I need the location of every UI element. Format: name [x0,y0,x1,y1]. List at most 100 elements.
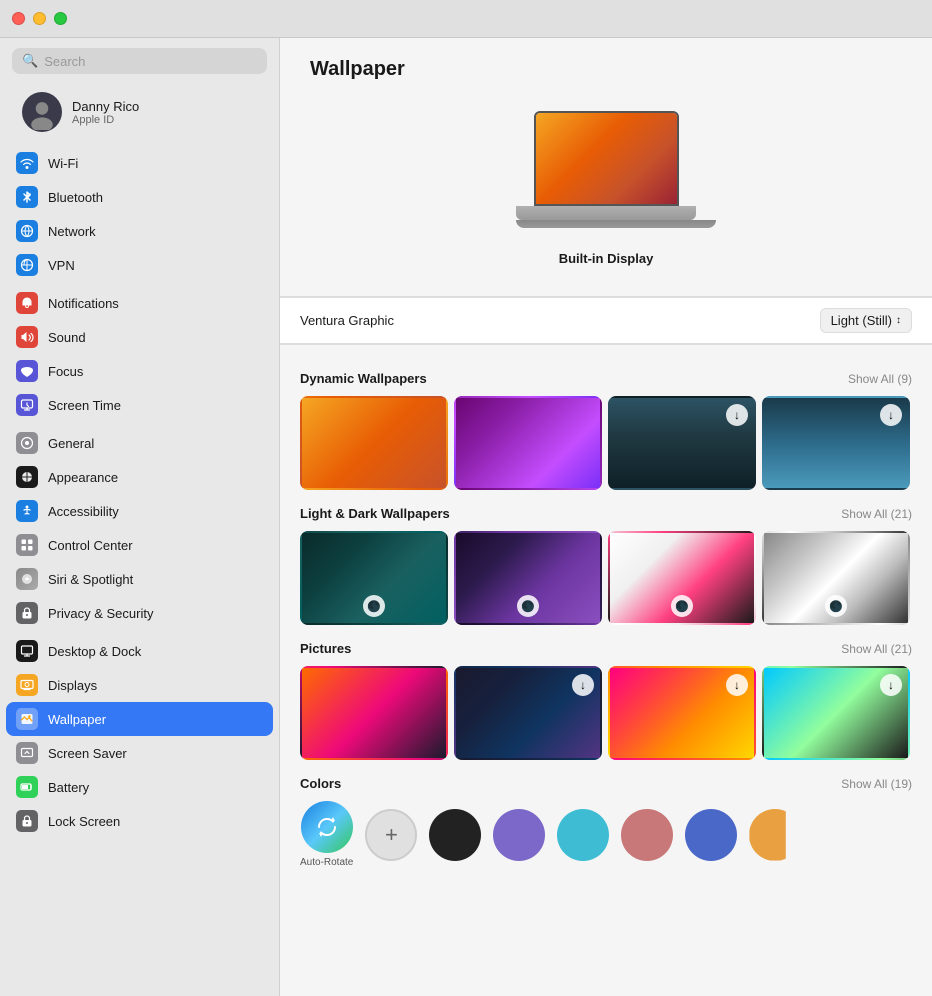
color-circle-black[interactable] [429,809,481,861]
wallpaper-sections: Dynamic Wallpapers Show All (9) ↓ ↓ Ligh… [280,345,932,888]
sidebar-item-sound[interactable]: Sound [6,320,273,354]
pictures-thumb-2[interactable]: ↓ [454,666,602,760]
battery-icon [16,776,38,798]
pictures-grid: ↓ ↓ ↓ [300,666,912,760]
sidebar-item-label-displays: Displays [48,678,97,693]
dynamic-section-header: Dynamic Wallpapers Show All (9) [300,371,912,386]
sidebar-item-displays[interactable]: Displays [6,668,273,702]
maximize-button[interactable] [54,12,67,25]
color-circle-purple[interactable] [493,809,545,861]
user-name: Danny Rico [72,99,139,114]
close-button[interactable] [12,12,25,25]
bluetooth-icon [16,186,38,208]
sidebar-item-controlcenter[interactable]: Control Center [6,528,273,562]
ld-thumb-3[interactable]: 🌑 [608,531,756,625]
user-profile[interactable]: Danny Rico Apple ID [6,82,273,142]
ld-thumb-2[interactable]: 🌑 [454,531,602,625]
sound-icon [16,326,38,348]
sidebar-item-privacy[interactable]: Privacy & Security [6,596,273,630]
pictures-title: Pictures [300,641,351,656]
page-title-bar: Wallpaper [280,38,932,91]
sidebar-item-label-wifi: Wi-Fi [48,156,78,171]
sidebar-item-screensaver[interactable]: Screen Saver [6,736,273,770]
download-badge-3: ↓ [726,404,748,426]
sidebar-item-general[interactable]: General [6,426,273,460]
color-circle-cyan[interactable] [557,809,609,861]
sidebar-item-label-siri: Siri & Spotlight [48,572,133,587]
pictures-thumb-1[interactable] [300,666,448,760]
sidebar-section-system1: Notifications Sound Fo [0,286,279,422]
mode-badge-1: 🌑 [363,595,385,617]
sidebar-item-desktop[interactable]: Desktop & Dock [6,634,273,668]
color-item-4[interactable] [685,809,737,861]
siri-icon [16,568,38,590]
search-bar[interactable]: 🔍 [12,48,267,74]
color-item-2[interactable] [557,809,609,861]
sidebar-item-label-appearance: Appearance [48,470,118,485]
mode-badge-4: 🌑 [825,595,847,617]
color-item-3[interactable] [621,809,673,861]
sidebar-item-label-privacy: Privacy & Security [48,606,153,621]
sidebar-item-notifications[interactable]: Notifications [6,286,273,320]
focus-icon [16,360,38,382]
sidebar-item-siri[interactable]: Siri & Spotlight [6,562,273,596]
sidebar-item-label-controlcenter: Control Center [48,538,133,553]
sidebar-item-accessibility[interactable]: Accessibility [6,494,273,528]
sidebar-item-focus[interactable]: Focus [6,354,273,388]
ld-thumb-4[interactable]: 🌑 [762,531,910,625]
sidebar-item-wallpaper[interactable]: Wallpaper [6,702,273,736]
sidebar-item-appearance[interactable]: Appearance [6,460,273,494]
color-circle-partial[interactable] [749,809,801,861]
dynamic-thumb-2[interactable] [454,396,602,490]
vpn-icon [16,254,38,276]
mode-dropdown[interactable]: Light (Still) ↕ [820,308,912,333]
color-circle-blue[interactable] [685,809,737,861]
privacy-icon [16,602,38,624]
sidebar-item-screentime[interactable]: Screen Time [6,388,273,422]
laptop-body [516,206,696,220]
dynamic-title: Dynamic Wallpapers [300,371,427,386]
minimize-button[interactable] [33,12,46,25]
pictures-thumb-4[interactable]: ↓ [762,666,910,760]
lockscreen-icon [16,810,38,832]
sidebar-item-label-general: General [48,436,94,451]
search-icon: 🔍 [22,53,38,69]
color-item-0[interactable] [429,809,481,861]
sidebar-item-bluetooth[interactable]: Bluetooth [6,180,273,214]
color-item-partial[interactable] [749,809,801,861]
search-input[interactable] [44,54,257,69]
sidebar-item-label-lockscreen: Lock Screen [48,814,120,829]
screensaver-icon [16,742,38,764]
notifications-icon [16,292,38,314]
sidebar-item-lockscreen[interactable]: Lock Screen [6,804,273,838]
dl-badge-p4: ↓ [880,674,902,696]
sidebar-item-label-accessibility: Accessibility [48,504,119,519]
wallpaper-name: Ventura Graphic [300,313,394,328]
sidebar-item-label-wallpaper: Wallpaper [48,712,106,727]
color-circle-rose[interactable] [621,809,673,861]
colors-show-all[interactable]: Show All (19) [841,777,912,791]
sidebar-item-network[interactable]: Network [6,214,273,248]
dynamic-show-all[interactable]: Show All (9) [848,372,912,386]
ld-show-all[interactable]: Show All (21) [841,507,912,521]
dynamic-thumb-1[interactable] [300,396,448,490]
auto-rotate-item[interactable]: Auto-Rotate [300,801,353,868]
color-item-1[interactable] [493,809,545,861]
appearance-icon [16,466,38,488]
pictures-thumb-3[interactable]: ↓ [608,666,756,760]
sidebar-item-vpn[interactable]: VPN [6,248,273,282]
pictures-section-header: Pictures Show All (21) [300,641,912,656]
dynamic-thumb-3[interactable]: ↓ [608,396,756,490]
sidebar: 🔍 Danny Rico Apple ID [0,38,280,996]
sidebar-item-battery[interactable]: Battery [6,770,273,804]
sidebar-section-system3: Desktop & Dock Displays [0,634,279,838]
add-color-item[interactable]: + [365,809,417,861]
dynamic-thumb-4[interactable]: ↓ [762,396,910,490]
selector-bar: Ventura Graphic Light (Still) ↕ [280,297,932,344]
sidebar-item-wifi[interactable]: Wi-Fi [6,146,273,180]
sidebar-section-system2: General Appearance Acc [0,426,279,630]
ld-thumb-1[interactable]: 🌑 [300,531,448,625]
pictures-show-all[interactable]: Show All (21) [841,642,912,656]
add-color-button[interactable]: + [365,809,417,861]
sidebar-item-label-vpn: VPN [48,258,75,273]
